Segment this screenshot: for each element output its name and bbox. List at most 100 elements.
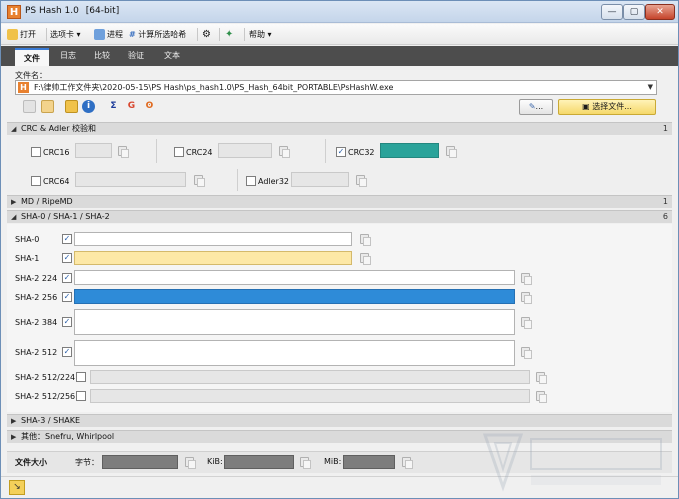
section-md-header[interactable]: ▶ MD / RipeMD 1 bbox=[7, 195, 672, 208]
section-other-title: 其他：Snefru, Whirlpool bbox=[21, 432, 115, 441]
column-divider bbox=[325, 139, 326, 163]
copy-icon[interactable] bbox=[194, 175, 205, 187]
tab-file[interactable]: 文件 bbox=[15, 48, 49, 66]
crc64-checkbox[interactable] bbox=[31, 176, 41, 186]
resize-arrow-icon[interactable]: ↘ bbox=[9, 480, 25, 495]
maximize-button[interactable]: ▢ bbox=[623, 4, 645, 20]
copy-icon[interactable] bbox=[521, 317, 532, 329]
file-path-combobox[interactable]: H F:\律帅工作文件夹\2020-05-15\PS Hash\ps_hash1… bbox=[15, 80, 657, 95]
info-icon[interactable]: i bbox=[82, 100, 95, 113]
crc32-hash-field[interactable] bbox=[380, 143, 439, 158]
sha2-224-checkbox[interactable]: ✓ bbox=[62, 273, 72, 283]
crc32-checkbox[interactable]: ✓ bbox=[336, 147, 346, 157]
copy-icon[interactable] bbox=[402, 457, 413, 469]
sha2-512-checkbox[interactable]: ✓ bbox=[62, 347, 72, 357]
copy-icon[interactable] bbox=[521, 347, 532, 359]
copy-icon[interactable] bbox=[536, 391, 547, 403]
section-md-count: 1 bbox=[662, 197, 668, 206]
sha1-label: SHA-1 bbox=[15, 254, 40, 263]
minimize-button[interactable]: — bbox=[601, 4, 623, 20]
toolbar-divider bbox=[219, 28, 220, 41]
collapse-arrow-icon: ◢ bbox=[11, 213, 17, 221]
section-sha-title: SHA-0 / SHA-1 / SHA-2 bbox=[21, 212, 110, 221]
sha1-hash-field[interactable] bbox=[74, 251, 352, 265]
file-size-label: 文件大小 bbox=[15, 458, 47, 467]
copy-icon[interactable] bbox=[300, 457, 311, 469]
pin-button[interactable]: ✦ bbox=[225, 27, 233, 42]
tab-text[interactable]: 文本 bbox=[155, 46, 189, 66]
app-window: H PS Hash 1.0 [64-bit] — ▢ ✕ 打开 选项卡 ▾ 进程… bbox=[0, 0, 679, 499]
section-crc-header[interactable]: ◢ CRC & Adler 校验和 1 bbox=[7, 122, 672, 135]
column-divider bbox=[237, 169, 238, 191]
edit-button-label: ... bbox=[535, 102, 544, 111]
choose-file-button[interactable]: ▣ 选择文件... bbox=[558, 99, 656, 115]
gear-icon: ⚙ bbox=[202, 29, 211, 40]
copy-icon[interactable] bbox=[521, 292, 532, 304]
bytes-label: 字节： bbox=[75, 458, 99, 467]
sha1-checkbox[interactable]: ✓ bbox=[62, 253, 72, 263]
copy-icon[interactable] bbox=[536, 372, 547, 384]
crc16-checkbox[interactable] bbox=[31, 147, 41, 157]
section-crc-title: CRC & Adler 校验和 bbox=[21, 124, 97, 133]
copy-icon[interactable] bbox=[360, 253, 371, 265]
progress-icon bbox=[94, 29, 105, 40]
open-folder-icon bbox=[7, 29, 18, 40]
folder-icon[interactable] bbox=[65, 100, 78, 113]
copy-icon[interactable] bbox=[23, 100, 36, 113]
sha2-256-label: SHA-2 256 bbox=[15, 293, 58, 302]
sha2-256-hash-field[interactable] bbox=[74, 289, 515, 304]
settings-button[interactable]: ⚙ bbox=[202, 27, 211, 42]
sha2-512-256-checkbox[interactable] bbox=[76, 391, 86, 401]
kib-value bbox=[224, 455, 294, 469]
crc32-label: CRC32 bbox=[348, 148, 375, 157]
adler32-checkbox[interactable] bbox=[246, 176, 256, 186]
copy-icon[interactable] bbox=[279, 146, 290, 158]
progress-button[interactable]: 进程 bbox=[94, 27, 123, 42]
chevron-down-icon[interactable]: ▼ bbox=[648, 81, 653, 94]
bytes-value bbox=[102, 455, 178, 469]
section-sha-header[interactable]: ◢ SHA-0 / SHA-1 / SHA-2 6 bbox=[7, 210, 672, 223]
crc16-hash-field[interactable] bbox=[75, 143, 112, 158]
copy-icon[interactable] bbox=[360, 234, 371, 246]
title-bar: H PS Hash 1.0 [64-bit] — ▢ ✕ bbox=[1, 1, 678, 23]
hash-icon: # bbox=[129, 30, 136, 39]
tab-verify[interactable]: 验证 bbox=[121, 46, 151, 66]
file-path-value: F:\律帅工作文件夹\2020-05-15\PS Hash\ps_hash1.0… bbox=[34, 83, 394, 92]
help-menu-button[interactable]: 帮助 ▾ bbox=[249, 27, 272, 42]
compute-hash-button[interactable]: # 计算所选哈希 bbox=[129, 27, 186, 42]
adler32-hash-field[interactable] bbox=[291, 172, 349, 187]
tab-log[interactable]: 日志 bbox=[53, 46, 83, 66]
sha0-hash-field[interactable] bbox=[74, 232, 352, 246]
crc24-checkbox[interactable] bbox=[174, 147, 184, 157]
paste-icon[interactable] bbox=[41, 100, 54, 113]
sha2-512-hash-field[interactable] bbox=[74, 340, 515, 366]
copy-icon[interactable] bbox=[185, 457, 196, 469]
sha2-512-256-hash-field[interactable] bbox=[90, 389, 530, 403]
section-sha3-header[interactable]: ▶ SHA-3 / SHAKE bbox=[7, 414, 672, 427]
section-md-title: MD / RipeMD bbox=[21, 197, 73, 206]
sha0-checkbox[interactable]: ✓ bbox=[62, 234, 72, 244]
tab-compare[interactable]: 比较 bbox=[87, 46, 117, 66]
copy-icon[interactable] bbox=[521, 273, 532, 285]
close-button[interactable]: ✕ bbox=[645, 4, 675, 20]
pin-icon: ✦ bbox=[225, 29, 234, 40]
virustotal-icon[interactable]: ʘ bbox=[143, 100, 156, 113]
compute-label: 计算所选哈希 bbox=[138, 30, 187, 39]
sha2-256-checkbox[interactable]: ✓ bbox=[62, 292, 72, 302]
options-menu-button[interactable]: 选项卡 ▾ bbox=[50, 27, 81, 42]
sha2-512-224-hash-field[interactable] bbox=[90, 370, 530, 384]
toolbar: 打开 选项卡 ▾ 进程 # 计算所选哈希 ⚙ ✦ 帮助 ▾ bbox=[1, 24, 678, 45]
sha2-224-hash-field[interactable] bbox=[74, 270, 515, 285]
sha2-384-checkbox[interactable]: ✓ bbox=[62, 317, 72, 327]
copy-icon[interactable] bbox=[118, 146, 129, 158]
crc24-hash-field[interactable] bbox=[218, 143, 272, 158]
open-button[interactable]: 打开 bbox=[7, 27, 36, 42]
copy-icon[interactable] bbox=[446, 146, 457, 158]
edit-button[interactable]: ✎... bbox=[519, 99, 553, 115]
google-icon[interactable]: G bbox=[125, 100, 138, 113]
crc64-hash-field[interactable] bbox=[75, 172, 186, 187]
sha2-384-hash-field[interactable] bbox=[74, 309, 515, 335]
sigma-icon[interactable]: Σ bbox=[107, 100, 120, 113]
sha2-512-224-checkbox[interactable] bbox=[76, 372, 86, 382]
copy-icon[interactable] bbox=[356, 175, 367, 187]
